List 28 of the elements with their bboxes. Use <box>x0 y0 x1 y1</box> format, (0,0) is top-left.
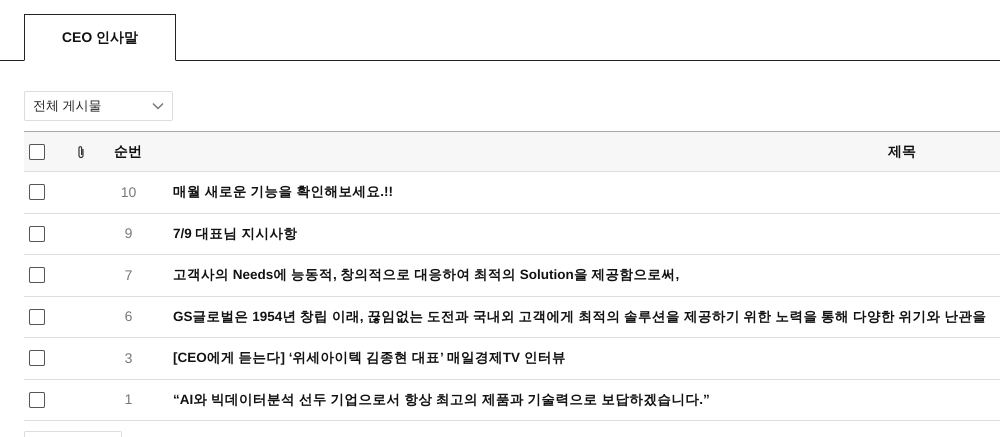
row-number: 7 <box>124 266 134 285</box>
post-title[interactable]: [CEO에게 듣는다] ‘위세아이텍 김종현 대표’ 매일경제TV 인터뷰 <box>173 348 566 368</box>
column-header: 제목 <box>888 142 916 161</box>
post-title[interactable]: 7/9 대표님 지시사항 <box>173 224 298 244</box>
post-title[interactable]: “AI와 빅데이터분석 선두 기업으로서 항상 최고의 제품과 기술력으로 보답하겠습니다.” <box>173 390 710 410</box>
checkbox[interactable] <box>29 184 45 200</box>
row-number: 10 <box>120 182 138 202</box>
checkbox[interactable] <box>29 392 45 408</box>
filter-dropdown[interactable]: 전체 게시물 <box>24 91 173 121</box>
checkbox[interactable] <box>29 144 45 160</box>
row-number: 3 <box>124 348 134 368</box>
chevron-down-icon <box>152 102 164 110</box>
row-number: 6 <box>124 307 134 326</box>
column-header: 순번 <box>114 142 143 161</box>
post-title[interactable]: 매월 새로운 기능을 확인해보세요.!! <box>173 182 393 202</box>
checkbox[interactable] <box>29 308 45 325</box>
checkbox[interactable] <box>29 267 45 284</box>
tab[interactable]: CEO 인사말 <box>24 14 176 61</box>
post-title[interactable]: GS글로벌은 1954년 창립 이래, 끊임없는 도전과 국내외 고객에게 최적의 솔루션을 제공하기 위한 노력을 통해 다양한 위기와 난관을 <box>173 306 986 327</box>
table-row[interactable]: 1 “AI와 빅데이터분석 선두 기업으로서 항상 최고의 제품과 기술력으로 보답하겠습니다.” <box>24 380 1000 421</box>
row-number: 9 <box>124 224 134 244</box>
checkbox[interactable] <box>29 350 45 366</box>
checkbox[interactable] <box>29 226 45 242</box>
table-row[interactable]: 6 GS글로벌은 1954년 창립 이래, 끊임없는 도전과 국내외 고객에게 최적의 솔루션을 제공하기 위한 노력을 통해 다양한 위기와 난관을 <box>24 296 1000 338</box>
paperclip-icon <box>77 144 85 158</box>
post-title[interactable]: 고객사의 Needs에 능동적, 창의적으로 대응하여 최적의 Solution을 제공함으로써, <box>173 265 680 286</box>
row-number: 1 <box>124 390 134 410</box>
table-row[interactable]: 9 7/9 대표님 지시사항 <box>24 214 1000 255</box>
